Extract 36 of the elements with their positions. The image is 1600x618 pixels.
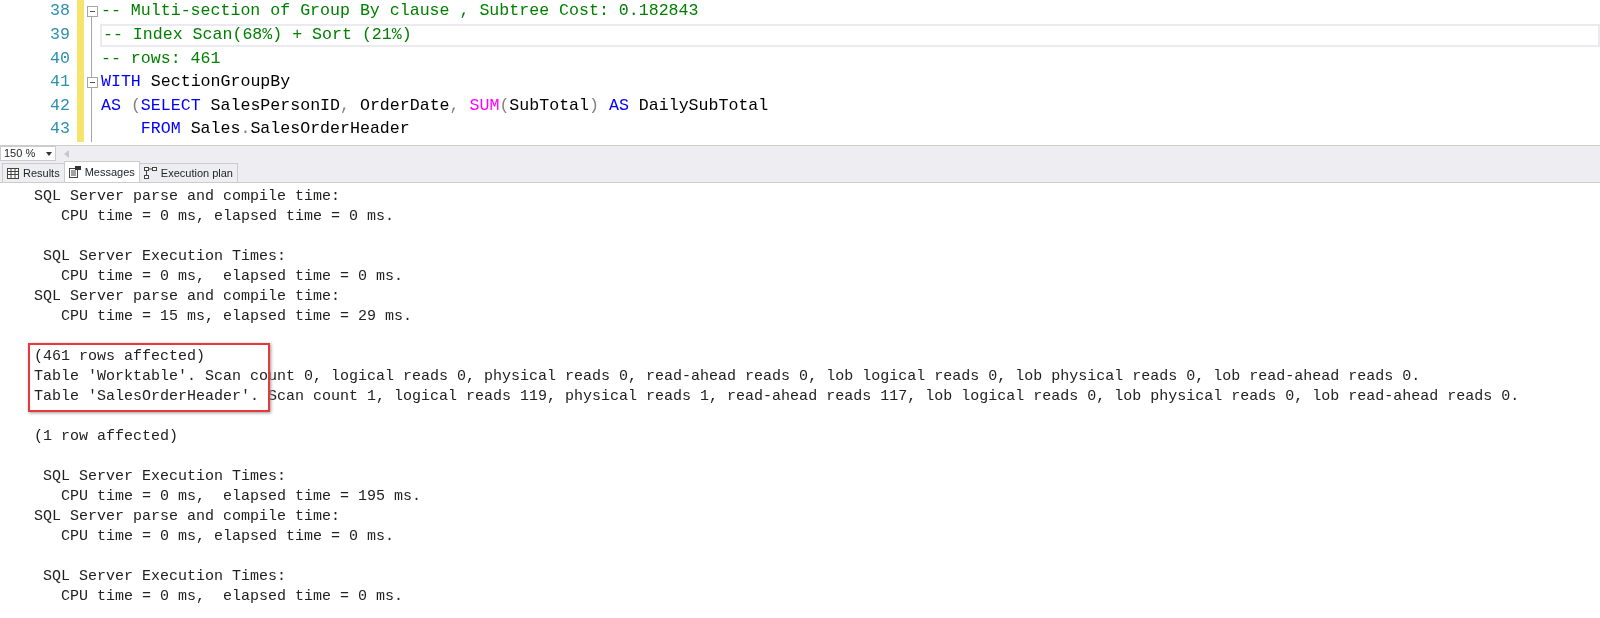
message-line: CPU time = 0 ms, elapsed time = 0 ms. xyxy=(60,207,396,227)
message-line: (1 row affected) xyxy=(34,427,180,447)
code-line: AS (SELECT SalesPersonID, OrderDate, SUM(SubTotal) AS DailySubTotal xyxy=(100,94,770,117)
message-line: SQL Server Execution Times: xyxy=(42,567,288,587)
message-line: CPU time = 0 ms, elapsed time = 0 ms. xyxy=(60,527,396,547)
message-line: SQL Server parse and compile time: xyxy=(34,287,342,307)
results-tab[interactable]: Messages xyxy=(63,161,140,182)
line-number: 40 xyxy=(49,47,71,70)
message-line: CPU time = 15 ms, elapsed time = 29 ms. xyxy=(60,307,414,327)
message-line: SQL Server Execution Times: xyxy=(42,247,288,267)
line-number: 39 xyxy=(49,23,71,46)
caret-icon xyxy=(46,151,52,156)
code-line: FROM Sales.SalesOrderHeader xyxy=(139,118,411,141)
collapse-icon[interactable] xyxy=(86,6,98,18)
grid-icon xyxy=(7,167,19,179)
code-line: -- Multi-section of Group By clause , Subtree Cost: 0.182843 xyxy=(100,0,700,23)
collapse-icon[interactable] xyxy=(86,77,98,89)
message-line: Table 'SalesOrderHeader'. Scan count 1, logical reads 119, physical reads 1, read-ahead reads 117, lob logical reads 0, lob physical reads 0, lob read-ahead reads 0. xyxy=(34,387,1521,407)
message-line: CPU time = 0 ms, elapsed time = 0 ms. xyxy=(60,267,405,287)
message-line: SQL Server parse and compile time: xyxy=(34,187,342,207)
message-line: SQL Server Execution Times: xyxy=(42,467,288,487)
message-line: (461 rows affected) xyxy=(34,347,207,367)
zoom-dropdown[interactable]: 150 % xyxy=(0,146,56,161)
message-line: CPU time = 0 ms, elapsed time = 195 ms. xyxy=(60,487,423,507)
line-number: 38 xyxy=(49,0,71,23)
code-line: WITH SectionGroupBy xyxy=(100,71,292,94)
results-tab[interactable]: Results xyxy=(2,163,65,182)
document-icon xyxy=(68,166,81,178)
line-number: 43 xyxy=(49,118,71,141)
diagram-icon xyxy=(143,167,157,179)
code-line: -- rows: 461 xyxy=(100,47,222,70)
line-number: 41 xyxy=(49,71,71,94)
results-tab[interactable]: Execution plan xyxy=(138,163,238,182)
message-line: SQL Server parse and compile time: xyxy=(34,507,342,527)
message-line: CPU time = 0 ms, elapsed time = 0 ms. xyxy=(60,587,405,607)
line-number: 42 xyxy=(49,94,71,117)
